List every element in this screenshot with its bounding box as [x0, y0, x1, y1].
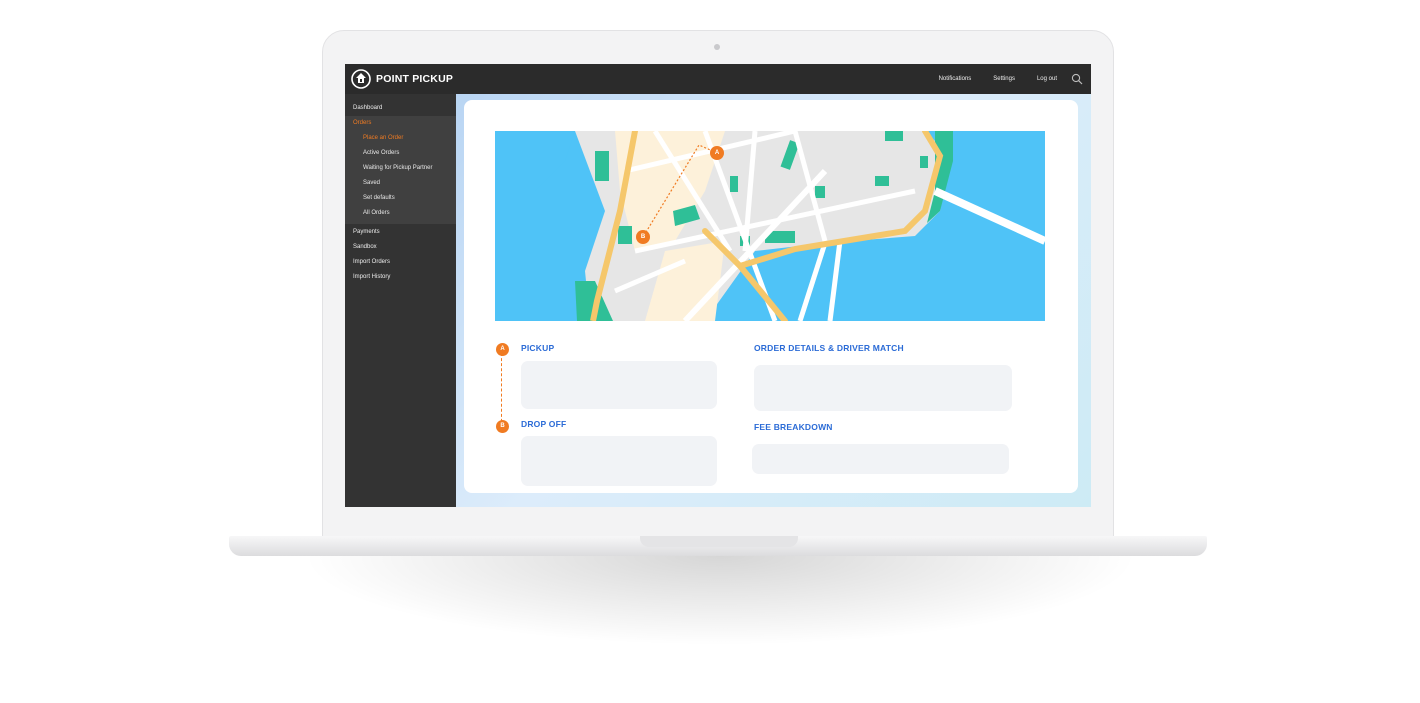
app-screen: POINT PICKUP Notifications Settings Log …	[345, 64, 1091, 507]
sidebar-subitem-all-orders[interactable]: All Orders	[345, 206, 456, 221]
sidebar-item-sandbox[interactable]: Sandbox	[345, 240, 456, 255]
pickup-pin-icon: A	[496, 343, 509, 356]
sidebar-item-dashboard[interactable]: Dashboard	[345, 101, 456, 116]
sidebar-subitem-place-order[interactable]: Place an Order	[345, 131, 456, 146]
notifications-link[interactable]: Notifications	[939, 76, 972, 82]
sidebar-item-orders[interactable]: Orders	[345, 116, 456, 131]
route-connector	[501, 353, 502, 427]
laptop-notch	[640, 536, 798, 547]
dropoff-heading: DROP OFF	[521, 419, 567, 429]
fee-breakdown-field	[752, 444, 1009, 474]
pickup-heading: PICKUP	[521, 343, 555, 353]
map-marker-a[interactable]: A	[710, 146, 724, 160]
sidebar: Dashboard Orders Place an Order Active O…	[345, 94, 456, 507]
sidebar-item-import-history[interactable]: Import History	[345, 270, 456, 285]
logo-icon	[351, 69, 371, 89]
main-content: A B A B PICKUP DROP OFF ORDER DETAILS & …	[456, 94, 1091, 507]
sidebar-subitem-active-orders[interactable]: Active Orders	[345, 146, 456, 161]
order-details-heading: ORDER DETAILS & DRIVER MATCH	[754, 343, 904, 353]
route-map[interactable]: A B	[495, 131, 1045, 321]
top-bar: POINT PICKUP Notifications Settings Log …	[345, 64, 1091, 94]
order-details-field[interactable]	[754, 365, 1012, 411]
pickup-field[interactable]	[521, 361, 717, 409]
fee-breakdown-heading: FEE BREAKDOWN	[754, 422, 833, 432]
dropoff-pin-icon: B	[496, 420, 509, 433]
sidebar-orders-group: Orders Place an Order Active Orders Wait…	[345, 116, 456, 224]
dropoff-field[interactable]	[521, 436, 717, 486]
brand-logo[interactable]: POINT PICKUP	[351, 69, 453, 89]
laptop-shadow	[300, 556, 1140, 646]
logout-link[interactable]: Log out	[1037, 76, 1057, 82]
sidebar-subitem-saved[interactable]: Saved	[345, 176, 456, 191]
order-card: A B A B PICKUP DROP OFF ORDER DETAILS & …	[464, 100, 1078, 493]
map-marker-b[interactable]: B	[636, 230, 650, 244]
top-nav: Notifications Settings Log out	[917, 64, 1057, 94]
sidebar-subitem-set-defaults[interactable]: Set defaults	[345, 191, 456, 206]
sidebar-item-payments[interactable]: Payments	[345, 225, 456, 240]
camera-icon	[714, 44, 720, 50]
sidebar-item-import-orders[interactable]: Import Orders	[345, 255, 456, 270]
sidebar-subitem-waiting-partner[interactable]: Waiting for Pickup Partner	[345, 161, 456, 176]
search-icon[interactable]	[1071, 73, 1083, 85]
laptop-mockup: POINT PICKUP Notifications Settings Log …	[0, 0, 1420, 703]
brand-name: POINT PICKUP	[376, 73, 454, 85]
map-graphic	[495, 131, 1045, 321]
settings-link[interactable]: Settings	[993, 76, 1015, 82]
